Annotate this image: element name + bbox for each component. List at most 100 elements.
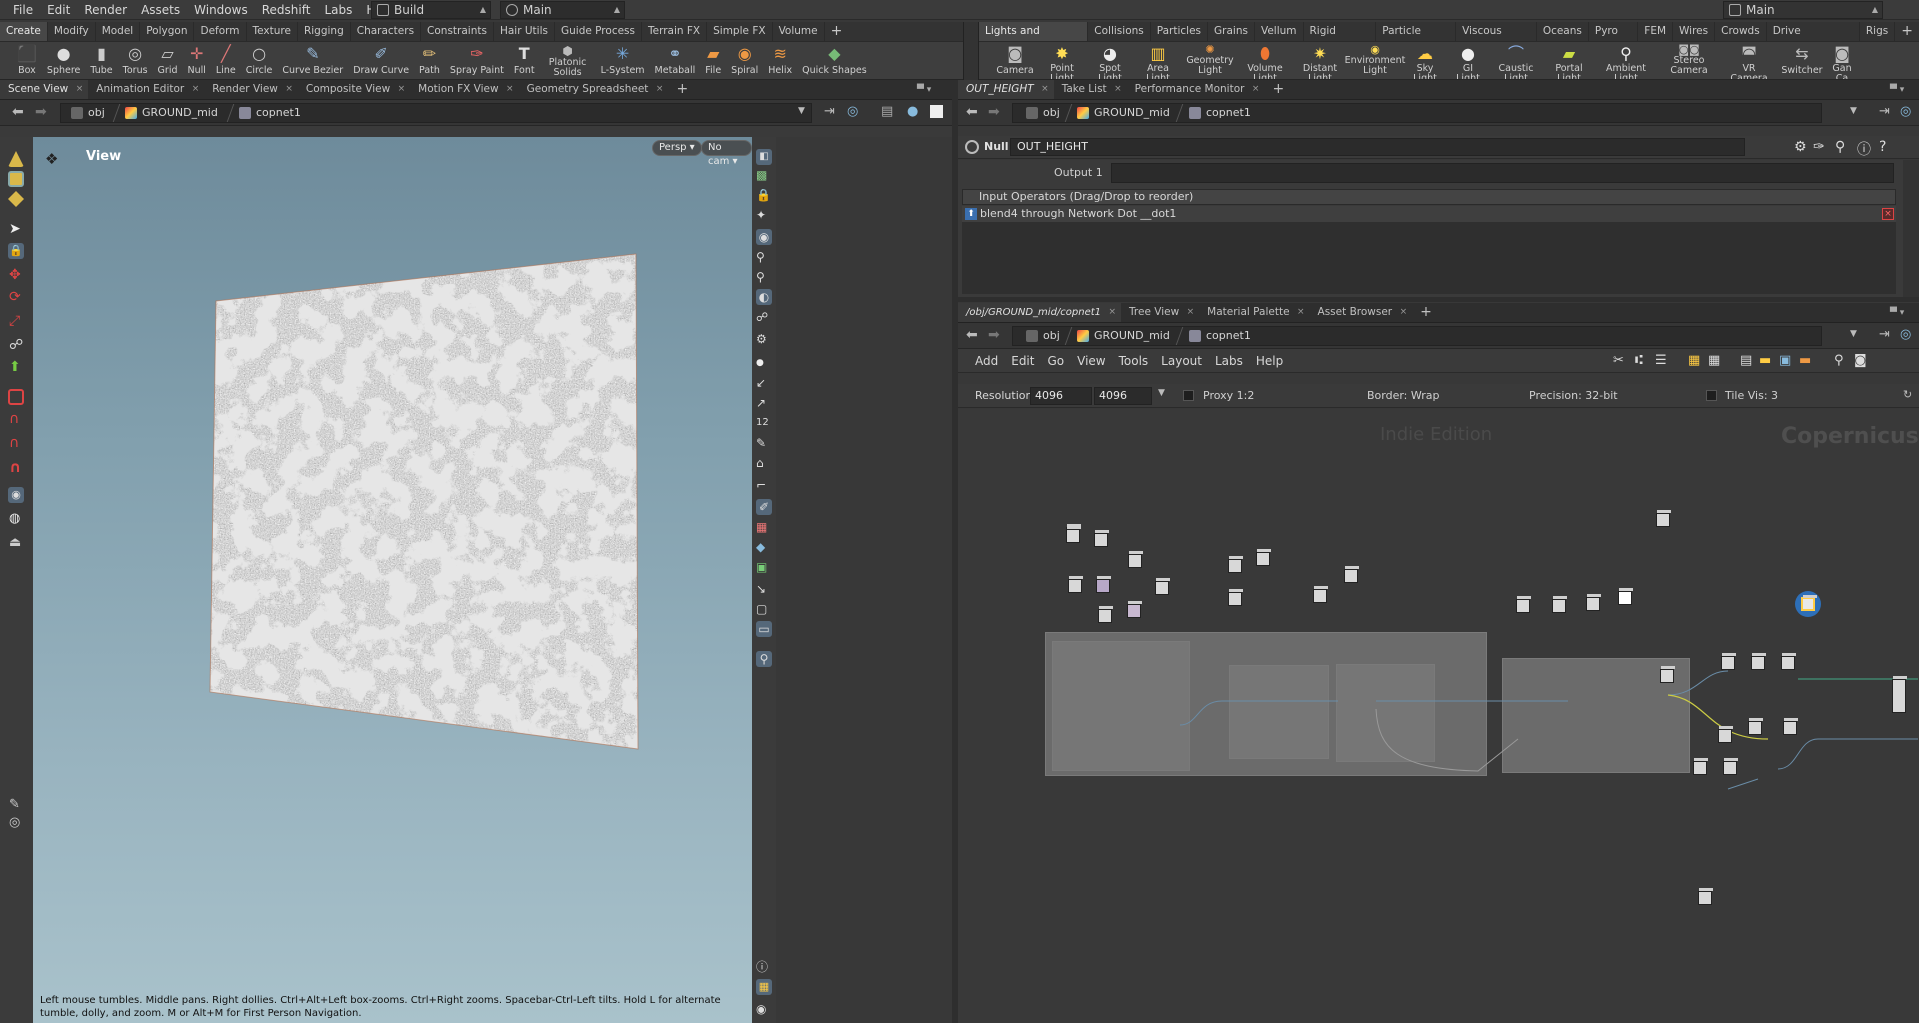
tool-quick-shapes[interactable]: ◆ Quick Shapes (799, 42, 870, 79)
gear-icon[interactable]: ⚙ (1794, 139, 1807, 155)
search-icon[interactable]: ⚲ (1835, 139, 1845, 155)
point-display-icon[interactable]: ● (756, 355, 772, 371)
brush-icon[interactable] (8, 151, 24, 167)
handle-icon[interactable]: ⬆ (9, 359, 25, 375)
shelf-tab-oceans[interactable]: Oceans (1537, 22, 1589, 41)
cop-node[interactable] (1228, 556, 1243, 573)
cop-node[interactable] (1155, 578, 1170, 595)
magnet-icon[interactable]: ∩ (9, 411, 25, 427)
shelf-tab-rigs[interactable]: Rigs (1860, 22, 1896, 41)
chevron-down-icon[interactable]: ▼ (798, 106, 805, 116)
rotate-icon[interactable]: ⟳ (9, 289, 25, 305)
shelf-tab-grains[interactable]: Grains (1208, 22, 1255, 41)
tab-composite-view[interactable]: Composite View × (298, 80, 410, 99)
shelf-tab-characters[interactable]: Characters (351, 22, 422, 41)
menu-layout[interactable]: Layout (1161, 354, 1202, 368)
add-shelf-tab-icon[interactable]: + (1895, 22, 1919, 41)
pane-menu-icon[interactable]: ▀ ▾ (917, 85, 931, 95)
shelf-tab-wires[interactable]: Wires (1673, 22, 1716, 41)
scale-icon[interactable]: ⤢ (9, 313, 25, 329)
chevron-down-icon[interactable]: ▼ (1850, 329, 1857, 339)
tab-tree-view[interactable]: Tree View × (1121, 303, 1199, 322)
shading-icon[interactable]: ◉ (756, 229, 772, 245)
cop-node[interactable] (1344, 566, 1359, 583)
light-toggle-icon[interactable]: ✦ (756, 207, 772, 223)
headlight-icon[interactable]: ⚲ (756, 249, 772, 265)
tool-switcher[interactable]: ⇆ Switcher (1778, 42, 1826, 79)
menu-labs[interactable]: Labs (317, 0, 359, 20)
link-icon[interactable]: ◎ (1900, 327, 1911, 342)
tools-icon[interactable]: ✂ (1613, 349, 1624, 373)
close-icon[interactable]: × (506, 80, 514, 99)
tool-vr-camera[interactable]: ◚ VR Camera (1721, 42, 1777, 79)
tab-animation-editor[interactable]: Animation Editor × (88, 80, 204, 99)
path-copnet1[interactable]: copnet1 (1186, 104, 1251, 122)
tab-performance-monitor[interactable]: Performance Monitor × (1127, 80, 1265, 99)
cop-node[interactable] (1660, 666, 1675, 683)
tab-asset-browser[interactable]: Asset Browser × (1310, 303, 1413, 322)
shelf-tab-model[interactable]: Model (96, 22, 141, 41)
menu-windows[interactable]: Windows (187, 0, 255, 20)
shelf-tab-fem[interactable]: FEM (1638, 22, 1674, 41)
tool-spray-paint[interactable]: ✑ Spray Paint (447, 42, 507, 79)
view-tool-icon[interactable]: ◉ (8, 487, 24, 503)
template-icon[interactable]: ✎ (756, 435, 772, 451)
refresh-icon[interactable]: ↻ (1903, 388, 1912, 401)
menu-render[interactable]: Render (77, 0, 134, 20)
add-shelf-tab-icon[interactable]: + (825, 22, 849, 41)
normal-display-icon[interactable]: ↙ (756, 375, 772, 391)
path-obj[interactable]: obj (68, 104, 105, 122)
shelf-tab-hair-utils[interactable]: Hair Utils (494, 22, 555, 41)
shelf-tab-vellum[interactable]: Vellum (1255, 22, 1304, 41)
cop-node[interactable] (1096, 576, 1111, 593)
cop-node[interactable] (1313, 586, 1328, 603)
tab-take-list[interactable]: Take List × (1054, 80, 1127, 99)
menu-file[interactable]: File (6, 0, 40, 20)
pose-icon[interactable]: ☍ (9, 337, 25, 353)
lock-icon[interactable]: 🔒 (8, 243, 24, 259)
tool-distant-light[interactable]: ✷ Distant Light (1293, 42, 1347, 79)
pane-menu-icon[interactable]: ▀ ▾ (1890, 85, 1904, 95)
shelf-tab-rigging[interactable]: Rigging (298, 22, 351, 41)
shelf-tab-volume[interactable]: Volume (773, 22, 825, 41)
tool-draw-curve[interactable]: ✐ Draw Curve (350, 42, 412, 79)
out-height-node[interactable] (1801, 595, 1817, 611)
viewport-layout-icon[interactable]: ▭ (756, 621, 772, 637)
close-icon[interactable]: × (192, 80, 200, 99)
frame-icon[interactable]: ▢ (756, 601, 772, 617)
tool-geometry-light[interactable]: ✺ Geometry Light (1183, 42, 1237, 79)
info-icon[interactable]: ◎ (9, 815, 25, 831)
cop-node[interactable] (1892, 676, 1907, 713)
sphere-toggle-icon[interactable]: ● (907, 104, 918, 119)
shelf-tab-texture[interactable]: Texture (247, 22, 298, 41)
shelf-tab-terrain-fx[interactable]: Terrain FX (642, 22, 708, 41)
tool-helix[interactable]: ≋ Helix (765, 42, 795, 79)
path-obj[interactable]: obj (1023, 104, 1060, 122)
cop-node[interactable] (1656, 510, 1671, 527)
param-scrollbar[interactable] (1903, 160, 1919, 297)
cop-node[interactable] (1127, 601, 1142, 618)
light-icon[interactable]: ⚲ (756, 269, 772, 285)
tool-sky-light[interactable]: ☁ Sky Light (1403, 42, 1447, 79)
shelf-tab-rigid-bodies[interactable]: Rigid Bodies (1304, 22, 1377, 56)
display-3d-icon[interactable]: ◆ (756, 539, 772, 555)
tool-gan-ca[interactable]: ◙ Gan Ca (1827, 42, 1857, 79)
particles-icon[interactable]: ⚙ (756, 331, 772, 347)
add-tab-icon[interactable]: + (668, 80, 696, 99)
proxy-checkbox[interactable] (1183, 390, 1194, 401)
chevron-down-icon[interactable]: ▼ (1158, 388, 1165, 398)
tool-environment-light[interactable]: ◉ Environment Light (1345, 42, 1406, 79)
path-ground-mid[interactable]: GROUND_mid (1074, 327, 1170, 345)
back-arrow-icon[interactable]: ⬅ (966, 327, 978, 343)
shelf-tab-viscous-fluids[interactable]: Viscous Fluids (1456, 22, 1537, 56)
cop-node[interactable] (1098, 606, 1113, 623)
tool-point-light[interactable]: ✸ Point Light (1038, 42, 1086, 79)
shelf-tab-simple-fx[interactable]: Simple FX (707, 22, 773, 41)
tool-camera[interactable]: ◙ Camera (993, 42, 1037, 79)
tab-render-view[interactable]: Render View × (204, 80, 298, 99)
tool-file[interactable]: ▰ File (702, 42, 724, 79)
close-icon[interactable]: × (1400, 303, 1408, 322)
tree-icon[interactable]: ⑆ (1635, 349, 1643, 373)
path-ground-mid[interactable]: GROUND_mid (122, 104, 218, 122)
node-name-field[interactable]: OUT_HEIGHT (1010, 138, 1745, 156)
